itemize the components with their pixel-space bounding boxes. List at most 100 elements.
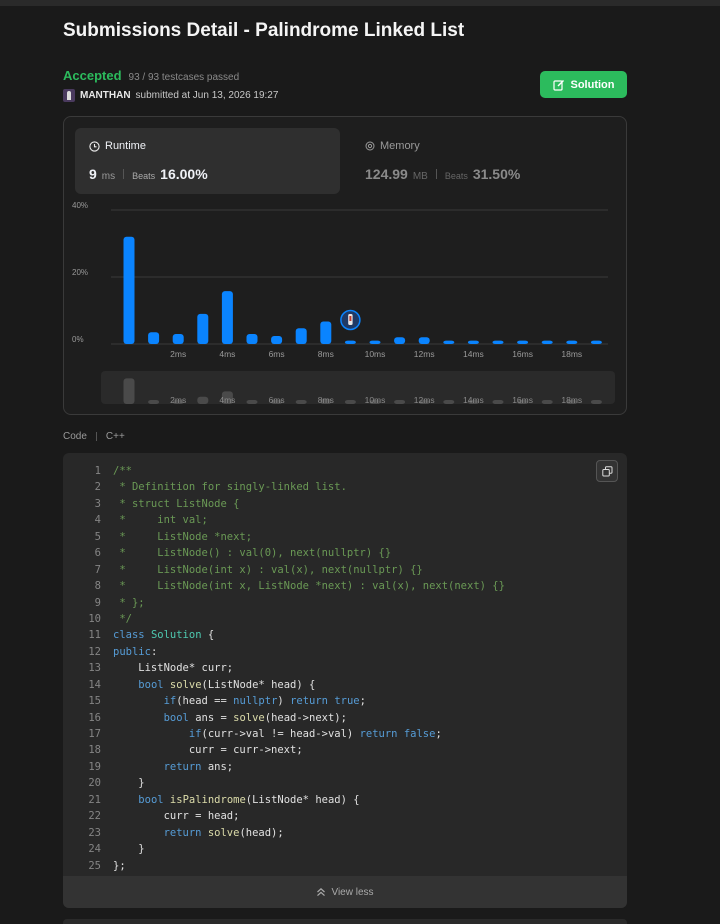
- edit-icon: [552, 79, 564, 91]
- code-line: 14 bool solve(ListNode* head) {: [63, 677, 627, 693]
- line-number: 12: [88, 645, 101, 658]
- overview-tick-label: 18ms: [561, 395, 582, 405]
- line-number: 16: [88, 711, 101, 724]
- chart-bar: [148, 332, 160, 344]
- chart-bar: [590, 340, 602, 344]
- line-number: 8: [94, 580, 101, 593]
- overview-tick-label: 8ms: [318, 395, 334, 405]
- code-language-row: Code C++: [63, 431, 125, 442]
- line-number: 6: [94, 547, 101, 560]
- code-text: * };: [113, 596, 145, 609]
- chart-bar: [197, 313, 209, 344]
- overview-bar: [295, 400, 307, 404]
- code-line: 17 if(curr->val != head->val) return fal…: [63, 726, 627, 742]
- code-text: * Definition for singly-linked list.: [113, 481, 347, 494]
- code-language: C++: [105, 431, 125, 442]
- overview-tick-label: 6ms: [269, 395, 285, 405]
- overview-bar: [590, 400, 602, 404]
- code-line: 22 curr = head;: [63, 808, 627, 824]
- line-number: 2: [94, 481, 101, 494]
- line-number: 20: [88, 777, 101, 790]
- code-text: bool ans = solve(head->next);: [163, 711, 347, 724]
- author-name[interactable]: MANTHAN: [80, 90, 131, 101]
- code-line: 16 bool ans = solve(head->next);: [63, 710, 627, 726]
- code-text: * ListNode() : val(0), next(nullptr) {}: [113, 547, 392, 560]
- x-tick-label: 6ms: [269, 349, 285, 359]
- code-line: 11 class Solution {: [63, 627, 627, 643]
- chart-bar: [541, 340, 553, 344]
- status-badge: Accepted: [63, 68, 122, 83]
- double-chevron-up-icon: [317, 887, 326, 897]
- line-number: 23: [88, 826, 101, 839]
- divider: [95, 432, 97, 441]
- overview-bar: [246, 400, 258, 404]
- code-text: class Solution {: [113, 629, 215, 642]
- code-line: 5 * ListNode *next;: [63, 529, 627, 545]
- x-tick-label: 18ms: [561, 349, 582, 359]
- x-tick-label: 10ms: [365, 349, 386, 359]
- code-text: curr = head;: [113, 810, 240, 823]
- code-text: ListNode* curr;: [113, 662, 234, 675]
- chart-bar: [418, 337, 430, 344]
- overview-bar: [148, 400, 160, 404]
- x-tick-label: 12ms: [414, 349, 435, 359]
- submitted-time: submitted at Jun 13, 2026 19:27: [135, 90, 279, 101]
- code-text: * ListNode(int x, ListNode *next) : val(…: [113, 580, 505, 593]
- overview-bar: [394, 400, 406, 404]
- view-less-button[interactable]: View less: [63, 876, 627, 908]
- overview-bar: [541, 400, 553, 404]
- code-text: */: [113, 612, 132, 625]
- user-avatar-detail: [349, 316, 352, 321]
- y-tick-label: 0%: [72, 335, 84, 344]
- code-line: 8 * ListNode(int x, ListNode *next) : va…: [63, 578, 627, 594]
- y-tick-label: 40%: [72, 201, 88, 210]
- code-text: if(head == nullptr) return true;: [163, 695, 366, 708]
- code-text: bool solve(ListNode* head) {: [138, 678, 316, 691]
- line-number: 5: [94, 530, 101, 543]
- chart-bar: [123, 236, 135, 344]
- line-number: 18: [88, 744, 101, 757]
- overview-bar: [197, 396, 209, 404]
- chart-bar: [172, 333, 184, 344]
- code-text: curr = curr->next;: [113, 744, 303, 757]
- x-tick-label: 8ms: [318, 349, 334, 359]
- code-line: 25};: [63, 858, 627, 874]
- solution-button[interactable]: Solution: [540, 71, 627, 98]
- avatar[interactable]: [63, 89, 75, 102]
- copy-button[interactable]: [596, 460, 618, 482]
- code-line: 23 return solve(head);: [63, 825, 627, 841]
- code-text: return ans;: [163, 760, 234, 773]
- code-line: 3 * struct ListNode {: [63, 496, 627, 512]
- line-number: 15: [88, 695, 101, 708]
- code-lines: 1 /** 2 * Definition for singly-linked lis…: [63, 463, 627, 874]
- line-number: 21: [88, 793, 101, 806]
- code-text: * struct ListNode {: [113, 497, 240, 510]
- runtime-distribution-chart[interactable]: 40% 20% 0% 2ms 4ms 6ms 8ms 10ms 12ms 14ms 16ms 18ms…: [64, 117, 626, 414]
- line-number: 4: [94, 514, 101, 527]
- line-number: 14: [88, 678, 101, 691]
- line-number: 13: [88, 662, 101, 675]
- code-text: /**: [113, 465, 132, 477]
- chart-bar: [344, 340, 356, 344]
- code-line: 4 * int val;: [63, 512, 627, 528]
- line-number: 17: [88, 728, 101, 740]
- testcases-passed: 93 / 93 testcases passed: [128, 72, 240, 83]
- overview-bar: [344, 400, 356, 404]
- line-number: 7: [94, 563, 101, 576]
- code-text: return solve(head);: [163, 826, 284, 839]
- chart-bar: [443, 340, 455, 344]
- overview-tick-label: 2ms: [170, 395, 186, 405]
- overview-tick-label: 10ms: [365, 395, 386, 405]
- view-less-label: View less: [331, 886, 374, 898]
- code-text: public:: [113, 645, 158, 658]
- chart-bar: [467, 340, 479, 344]
- code-line: 20 }: [63, 775, 627, 791]
- overview-tick-label: 12ms: [414, 395, 435, 405]
- chart-bar: [246, 333, 258, 344]
- chart-bar: [492, 340, 504, 344]
- code-line: 1 /**: [63, 463, 627, 479]
- line-number: 9: [94, 596, 101, 609]
- code-line: 7 * ListNode(int x) : val(x), next(nullp…: [63, 562, 627, 578]
- submission-status: Accepted 93 / 93 testcases passed: [63, 68, 239, 83]
- code-line: 2 * Definition for singly-linked list.: [63, 479, 627, 495]
